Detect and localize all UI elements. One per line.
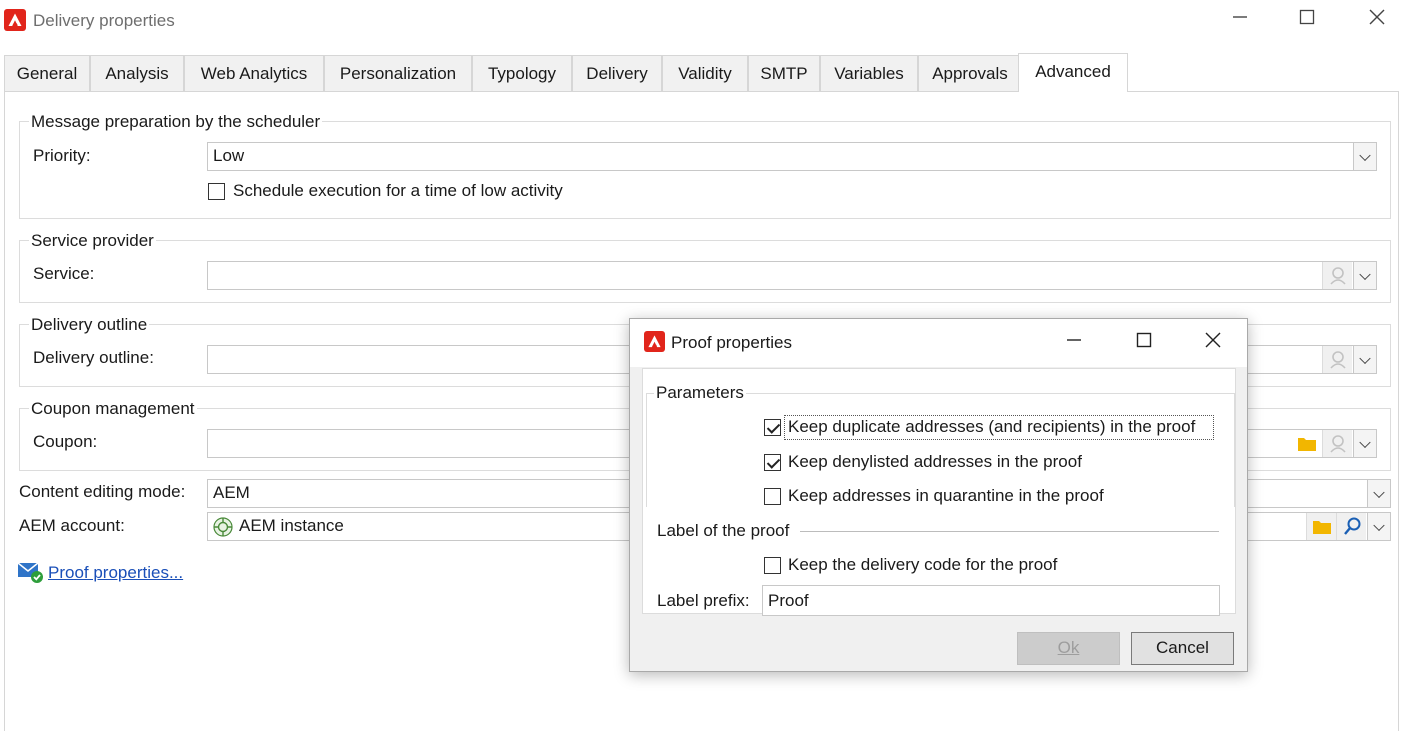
maximize-icon xyxy=(1136,332,1152,348)
cancel-button-label: Cancel xyxy=(1156,638,1209,657)
chevron-down-icon xyxy=(1359,268,1371,280)
priority-dropdown-button[interactable] xyxy=(1353,142,1377,171)
dialog-maximize-button[interactable] xyxy=(1129,328,1159,358)
keep-denylisted-checkbox[interactable] xyxy=(764,454,781,471)
aem-account-folder-button[interactable] xyxy=(1306,513,1336,540)
coupon-dropdown-button[interactable] xyxy=(1353,429,1377,458)
content-editing-mode-label: Content editing mode: xyxy=(19,482,186,501)
aem-instance-icon xyxy=(212,516,234,538)
service-label: Service: xyxy=(33,264,95,283)
content-editing-mode-value: AEM xyxy=(213,483,250,502)
edit-link-icon xyxy=(1330,351,1346,369)
tab-approvals[interactable]: Approvals xyxy=(918,55,1022,92)
aem-account-value: AEM instance xyxy=(239,516,344,535)
priority-select[interactable]: Low xyxy=(207,142,1354,171)
content-editing-mode-dropdown-button[interactable] xyxy=(1367,479,1391,508)
delivery-outline-edit-button[interactable] xyxy=(1322,346,1352,373)
schedule-low-activity-label: Schedule execution for a time of low act… xyxy=(233,181,563,200)
tab-delivery[interactable]: Delivery xyxy=(572,55,662,92)
label-section-separator xyxy=(800,531,1219,532)
checkmark-icon xyxy=(766,455,781,469)
chevron-down-icon xyxy=(1373,486,1385,498)
minimize-button[interactable] xyxy=(1225,5,1255,35)
label-prefix-value: Proof xyxy=(768,591,809,610)
tab-typology[interactable]: Typology xyxy=(472,55,572,92)
dialog-title: Proof properties xyxy=(671,333,792,352)
maximize-button[interactable] xyxy=(1292,5,1322,35)
schedule-low-activity-checkbox[interactable] xyxy=(208,183,225,200)
proof-properties-dialog: Proof properties Parameters Keep duplica… xyxy=(629,318,1248,672)
coupon-edit-button[interactable] xyxy=(1322,430,1352,457)
search-icon xyxy=(1344,517,1361,535)
aem-account-label: AEM account: xyxy=(19,516,125,535)
ok-button-label: Ok xyxy=(1057,638,1080,657)
tab-personalization[interactable]: Personalization xyxy=(324,55,472,92)
service-input[interactable] xyxy=(207,261,1354,290)
keep-duplicates-checkbox[interactable] xyxy=(764,419,781,436)
keep-quarantine-checkbox[interactable] xyxy=(764,488,781,505)
priority-value: Low xyxy=(213,146,245,165)
ok-button[interactable]: Ok xyxy=(1017,632,1120,665)
keep-duplicates-label: Keep duplicate addresses (and recipients… xyxy=(788,417,1196,436)
keep-delivery-code-label: Keep the delivery code for the proof xyxy=(788,555,1058,574)
maximize-icon xyxy=(1299,9,1315,25)
aem-account-dropdown-button[interactable] xyxy=(1367,512,1391,541)
close-icon xyxy=(1205,332,1221,348)
coupon-label: Coupon: xyxy=(33,432,98,451)
service-dropdown-button[interactable] xyxy=(1353,261,1377,290)
tab-analysis[interactable]: Analysis xyxy=(90,55,184,92)
chevron-down-icon xyxy=(1359,436,1371,448)
label-prefix-input[interactable]: Proof xyxy=(762,585,1220,616)
checkmark-icon xyxy=(766,420,781,434)
close-icon xyxy=(1369,9,1385,25)
proof-envelope-icon xyxy=(17,560,45,584)
tab-strip: General Analysis Web Analytics Personali… xyxy=(4,53,1398,92)
dialog-close-button[interactable] xyxy=(1198,328,1228,358)
tab-web-analytics[interactable]: Web Analytics xyxy=(184,55,324,92)
tab-variables[interactable]: Variables xyxy=(820,55,918,92)
window-title: Delivery properties xyxy=(33,11,175,30)
dialog-minimize-button[interactable] xyxy=(1059,328,1089,358)
label-of-proof-heading: Label of the proof xyxy=(657,521,790,540)
dialog-logo-icon xyxy=(644,331,665,352)
coupon-management-legend: Coupon management xyxy=(29,399,197,419)
tab-smtp[interactable]: SMTP xyxy=(748,55,820,92)
minimize-icon xyxy=(1067,339,1081,341)
parameters-legend: Parameters xyxy=(654,383,746,403)
keep-delivery-code-checkbox[interactable] xyxy=(764,557,781,574)
dialog-title-bar: Proof properties xyxy=(630,319,1247,367)
edit-link-icon xyxy=(1330,435,1346,453)
close-button[interactable] xyxy=(1362,5,1392,35)
folder-icon xyxy=(1313,521,1331,534)
app-logo-icon xyxy=(4,9,26,31)
folder-icon xyxy=(1298,438,1316,451)
tab-validity[interactable]: Validity xyxy=(662,55,748,92)
aem-account-search-button[interactable] xyxy=(1336,513,1366,540)
tab-general[interactable]: General xyxy=(4,55,90,92)
delivery-outline-legend: Delivery outline xyxy=(29,315,150,335)
minimize-icon xyxy=(1233,16,1247,18)
coupon-folder-button[interactable] xyxy=(1292,430,1322,457)
chevron-down-icon xyxy=(1373,519,1385,531)
tab-advanced[interactable]: Advanced xyxy=(1018,53,1128,92)
message-preparation-legend: Message preparation by the scheduler xyxy=(29,112,323,132)
delivery-outline-dropdown-button[interactable] xyxy=(1353,345,1377,374)
keep-quarantine-label: Keep addresses in quarantine in the proo… xyxy=(788,486,1104,505)
cancel-button[interactable]: Cancel xyxy=(1131,632,1234,665)
service-edit-button[interactable] xyxy=(1322,262,1352,289)
proof-properties-link[interactable]: Proof properties... xyxy=(48,563,183,583)
chevron-down-icon xyxy=(1359,149,1371,161)
delivery-outline-label: Delivery outline: xyxy=(33,348,154,367)
keep-denylisted-label: Keep denylisted addresses in the proof xyxy=(788,452,1082,471)
edit-link-icon xyxy=(1330,267,1346,285)
label-prefix-label: Label prefix: xyxy=(657,591,750,610)
service-provider-legend: Service provider xyxy=(29,231,156,251)
chevron-down-icon xyxy=(1359,352,1371,364)
priority-label: Priority: xyxy=(33,146,91,165)
